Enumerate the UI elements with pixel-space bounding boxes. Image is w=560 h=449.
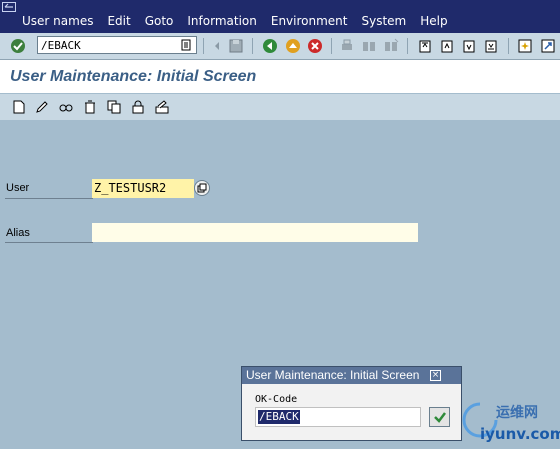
command-history-icon[interactable] <box>181 39 191 51</box>
previous-page-icon <box>441 40 453 53</box>
enter-button[interactable] <box>8 36 28 56</box>
find-next-button[interactable] <box>381 36 401 56</box>
change-button[interactable] <box>32 97 52 117</box>
toolbar-separator <box>407 38 408 54</box>
checkmark-icon <box>433 412 446 423</box>
ok-code-value: /EBACK <box>258 410 300 424</box>
cancel-icon <box>308 39 322 53</box>
print-icon <box>342 39 352 50</box>
menu-bar: User names Edit Goto Information Environ… <box>0 0 560 33</box>
dialog-title: User Maintenance: Initial Screen <box>242 367 461 384</box>
checkmark-icon <box>11 39 25 53</box>
print-button[interactable] <box>337 36 357 56</box>
pencil-icon <box>36 101 48 113</box>
alias-label: Alias <box>6 227 30 239</box>
watermark-text-cn: 运维网 <box>496 405 538 421</box>
save-disk-button[interactable] <box>226 36 246 56</box>
copy-button[interactable] <box>104 97 124 117</box>
alias-input[interactable] <box>92 223 418 242</box>
last-page-button[interactable] <box>481 36 501 56</box>
find-button[interactable] <box>359 36 379 56</box>
delete-button[interactable] <box>80 97 100 117</box>
save-button[interactable] <box>207 36 227 56</box>
menu-goto[interactable]: Goto <box>145 14 174 28</box>
menu-environment[interactable]: Environment <box>271 14 348 28</box>
toolbar-separator <box>252 38 253 54</box>
first-page-icon <box>419 40 431 53</box>
change-password-button[interactable] <box>152 97 172 117</box>
menu-system[interactable]: System <box>361 14 406 28</box>
shortcut-button[interactable] <box>538 36 558 56</box>
copy-icon <box>107 100 121 114</box>
toolbar-separator <box>331 38 332 54</box>
next-page-icon <box>463 40 475 53</box>
user-input[interactable]: Z_TESTUSR2 <box>92 179 194 198</box>
display-button[interactable] <box>56 97 76 117</box>
dialog-confirm-button[interactable] <box>429 407 450 427</box>
new-session-button[interactable] <box>515 36 535 56</box>
create-button[interactable] <box>9 97 29 117</box>
command-field[interactable]: /EBACK <box>37 36 197 54</box>
create-icon <box>13 100 25 114</box>
watermark-text-url: iyunv.com <box>480 425 560 443</box>
back-icon <box>263 39 277 53</box>
standard-toolbar: /EBACK <box>0 33 560 60</box>
lock-icon <box>132 100 144 114</box>
cancel-button[interactable] <box>305 36 325 56</box>
change-password-icon <box>155 100 169 114</box>
menu-edit[interactable]: Edit <box>107 14 130 28</box>
previous-page-button[interactable] <box>437 36 457 56</box>
menu-user-names[interactable]: User names <box>22 14 93 28</box>
user-label-underline <box>5 198 93 199</box>
find-next-icon <box>385 38 399 51</box>
watermark: 运维网 iyunv.com <box>462 398 560 449</box>
menu-information[interactable]: Information <box>187 14 256 28</box>
shortcut-icon <box>541 39 555 53</box>
save-icon <box>229 39 243 53</box>
menu-help[interactable]: Help <box>420 14 447 28</box>
dialog-close-button[interactable]: × <box>430 370 441 381</box>
user-label: User <box>6 182 30 194</box>
application-toolbar <box>0 94 560 120</box>
possible-entries-icon <box>197 183 207 193</box>
exit-icon <box>286 39 300 53</box>
sap-menu-icon[interactable] <box>2 2 16 12</box>
last-page-icon <box>485 40 497 53</box>
glasses-icon <box>59 104 73 112</box>
page-title: User Maintenance: Initial Screen <box>10 68 257 85</box>
alias-label-underline <box>5 242 93 243</box>
lock-button[interactable] <box>128 97 148 117</box>
trash-icon <box>85 100 95 114</box>
exit-button[interactable] <box>283 36 303 56</box>
possible-entries-button[interactable] <box>194 180 210 196</box>
ok-code-label: OK-Code <box>255 394 298 405</box>
arrow-left-small-icon <box>215 42 219 50</box>
ok-code-field[interactable]: /EBACK <box>255 407 421 427</box>
ok-code-dialog: User Maintenance: Initial Screen × OK-Co… <box>241 366 462 441</box>
title-area: User Maintenance: Initial Screen <box>0 60 560 93</box>
toolbar-separator <box>203 38 204 54</box>
back-button[interactable] <box>260 36 280 56</box>
toolbar-separator <box>508 38 509 54</box>
new-session-icon <box>518 39 532 53</box>
next-page-button[interactable] <box>459 36 479 56</box>
binoculars-icon <box>363 42 375 51</box>
first-page-button[interactable] <box>415 36 435 56</box>
